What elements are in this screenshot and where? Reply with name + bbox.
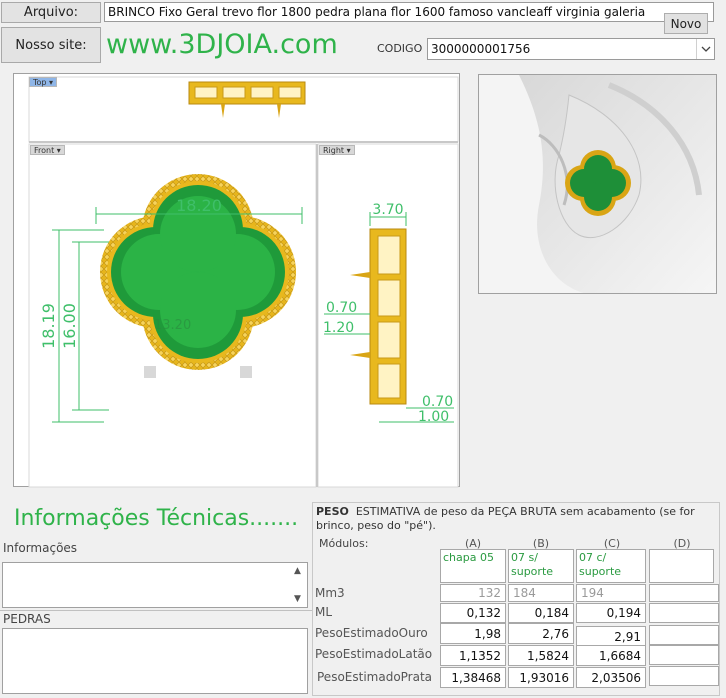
peso-description: ESTIMATIVA de peso da PEÇA BRUTA sem aca… <box>316 505 695 532</box>
ouro-d[interactable] <box>649 625 719 645</box>
col-b-header[interactable]: 07 s/ suporte <box>508 549 574 583</box>
prata-b[interactable]: 1,93016 <box>508 667 574 688</box>
ml-d[interactable] <box>649 603 719 623</box>
pedras-textarea[interactable] <box>2 628 308 694</box>
codigo-label: CODIGO <box>377 42 423 55</box>
right-pin2-dim: 1.20 <box>323 320 354 336</box>
col-a-header[interactable]: chapa 05 <box>440 549 506 583</box>
right-pin1-dim: 0.70 <box>326 300 357 316</box>
row-mm3-label: Mm3 <box>315 586 345 600</box>
peso-description-block: PESO ESTIMATIVA de peso da PEÇA BRUTA se… <box>316 505 714 533</box>
mm3-a: 132 <box>440 584 506 602</box>
latao-b[interactable]: 1,5824 <box>508 645 574 666</box>
latao-a[interactable]: 1,1352 <box>440 645 506 666</box>
mm3-d[interactable] <box>649 584 719 602</box>
front-view-tag[interactable]: Front ▾ <box>30 145 65 155</box>
ml-a[interactable]: 0,132 <box>440 603 506 623</box>
ouro-c[interactable]: 2,91 <box>576 626 646 647</box>
ouro-a[interactable]: 1,98 <box>440 623 506 644</box>
mm3-c: 194 <box>576 584 646 602</box>
right-view-tag[interactable]: Right ▾ <box>319 145 355 155</box>
product-render <box>478 74 717 294</box>
informacoes-label: Informações <box>3 541 78 555</box>
chevron-down-icon[interactable] <box>696 39 714 59</box>
arquivo-label: Arquivo: <box>1 2 101 23</box>
arquivo-field[interactable]: BRINCO Fixo Geral trevo flor 1800 pedra … <box>104 2 714 22</box>
scroll-up-icon[interactable]: ▲ <box>294 566 301 576</box>
codigo-value: 3000000001756 <box>431 42 531 56</box>
ouro-b[interactable]: 2,76 <box>508 623 574 644</box>
informacoes-textarea[interactable] <box>2 562 308 608</box>
scroll-down-icon[interactable]: ▼ <box>294 594 301 604</box>
peso-title: PESO <box>316 505 349 518</box>
mm3-b: 184 <box>508 584 574 602</box>
right-base2-dim: 1.00 <box>418 409 449 425</box>
ml-c[interactable]: 0,194 <box>576 603 646 623</box>
col-d-header[interactable] <box>649 549 714 583</box>
row-prata-label: PesoEstimadoPrata <box>317 670 433 684</box>
prata-a[interactable]: 1,38468 <box>440 667 506 688</box>
ml-b[interactable]: 0,184 <box>508 603 574 623</box>
technical-drawing-panel: 18.20 18.19 16.00 13.20 3.70 0.70 1.20 0… <box>13 73 460 488</box>
col-c-header[interactable]: 07 c/ suporte <box>576 549 646 583</box>
front-height-inner-dim: 16.00 <box>60 303 79 349</box>
front-height-outer-dim: 18.19 <box>39 303 58 349</box>
right-base1-dim: 0.70 <box>422 394 453 410</box>
row-latao-label: PesoEstimadoLatão <box>315 647 433 661</box>
latao-d[interactable] <box>649 645 719 665</box>
informacoes-scrollbar[interactable]: ▲ ▼ <box>291 563 307 607</box>
modulos-label: Módulos: <box>319 537 369 550</box>
top-view-tag[interactable]: Top ▾ <box>29 77 58 87</box>
latao-c[interactable]: 1,6684 <box>576 645 646 666</box>
prata-d[interactable] <box>649 666 719 686</box>
front-center-dim: 13.20 <box>154 318 191 333</box>
pedras-label: PEDRAS <box>3 612 51 626</box>
row-ouro-label: PesoEstimadoOuro <box>315 626 428 640</box>
prata-c[interactable]: 2,03506 <box>576 667 646 688</box>
row-ml-label: ML <box>315 605 333 619</box>
site-label: Nosso site: <box>1 27 101 63</box>
info-title: Informações Técnicas....... <box>14 506 299 531</box>
novo-button[interactable]: Novo <box>664 13 708 34</box>
front-width-dim: 18.20 <box>176 196 222 215</box>
top-view-label: Top <box>33 78 47 87</box>
right-view-label: Right <box>323 146 345 155</box>
site-link[interactable]: www.3DJOIA.com <box>106 29 338 60</box>
front-view-label: Front <box>34 146 55 155</box>
codigo-select[interactable]: 3000000001756 <box>427 38 715 60</box>
right-depth-dim: 3.70 <box>372 202 403 218</box>
